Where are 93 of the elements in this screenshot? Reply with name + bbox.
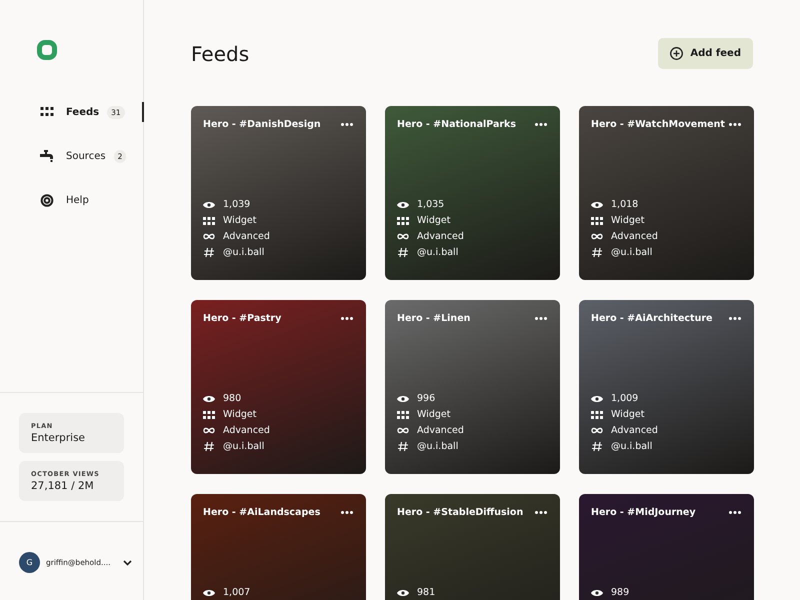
feed-handle: @u.i.ball — [223, 441, 264, 452]
feed-card[interactable]: Hero - #AiLandscapes 1,007 — [191, 494, 366, 600]
feed-card[interactable]: Hero - #DanishDesign 1,039 Widget Advanced @u.i.ball — [191, 106, 366, 280]
eye-icon — [591, 394, 603, 402]
feed-handle: @u.i.ball — [417, 247, 458, 258]
feed-title: Hero - #DanishDesign — [203, 119, 321, 130]
lifebuoy-icon — [40, 194, 54, 206]
hashtag-icon — [397, 441, 409, 452]
feed-plan: Advanced — [611, 231, 658, 242]
infinity-icon — [591, 427, 603, 434]
feed-card[interactable]: Hero - #Pastry 980 Widget Advanced @u.i.ball — [191, 300, 366, 474]
feed-plan: Advanced — [611, 425, 658, 436]
feed-title: Hero - #NationalParks — [397, 119, 516, 130]
hashtag-icon — [203, 441, 215, 452]
feed-title: Hero - #StableDiffusion — [397, 507, 524, 518]
feed-title: Hero - #MidJourney — [591, 507, 696, 518]
avatar[interactable]: G — [19, 552, 40, 573]
more-icon[interactable] — [729, 511, 741, 514]
hashtag-icon — [203, 247, 215, 258]
feed-handle: @u.i.ball — [417, 441, 458, 452]
grid-icon — [397, 410, 409, 418]
feed-title: Hero - #WatchMovement — [591, 119, 725, 130]
infinity-icon — [397, 233, 409, 240]
feed-plan: Advanced — [223, 425, 270, 436]
more-icon[interactable] — [341, 511, 353, 514]
hashtag-icon — [591, 441, 603, 452]
feed-title: Hero - #AiArchitecture — [591, 313, 712, 324]
logo-icon — [37, 40, 57, 60]
views-count: 1,035 — [417, 199, 444, 210]
feed-title: Hero - #Pastry — [203, 313, 282, 324]
hashtag-icon — [397, 247, 409, 258]
eye-icon — [397, 588, 409, 596]
more-icon[interactable] — [341, 123, 353, 126]
more-icon[interactable] — [535, 511, 547, 514]
eye-icon — [591, 200, 603, 208]
more-icon[interactable] — [535, 317, 547, 320]
feed-handle: @u.i.ball — [223, 247, 264, 258]
views-count: 1,007 — [223, 587, 250, 598]
views-count: 989 — [611, 587, 630, 598]
page-title: Feeds — [191, 42, 250, 66]
more-icon[interactable] — [535, 123, 547, 126]
feed-card[interactable]: Hero - #NationalParks 1,035 Widget Advanced @u.i.ball — [385, 106, 560, 280]
feed-type: Widget — [417, 215, 450, 226]
hashtag-icon — [591, 247, 603, 258]
eye-icon — [203, 588, 215, 596]
more-icon[interactable] — [729, 123, 741, 126]
views-count: 1,039 — [223, 199, 250, 210]
grid-icon — [40, 107, 54, 117]
views-count: 996 — [417, 393, 436, 404]
feed-type: Widget — [417, 409, 450, 420]
views-value: 27,181 / 2M — [31, 480, 95, 492]
infinity-icon — [397, 427, 409, 434]
infinity-icon — [203, 427, 215, 434]
feed-title: Hero - #AiLandscapes — [203, 507, 320, 518]
grid-icon — [203, 410, 215, 418]
nav-item[interactable]: Help — [0, 178, 143, 222]
eye-icon — [397, 394, 409, 402]
eye-icon — [591, 588, 603, 596]
feed-card[interactable]: Hero - #Linen 996 Widget Advanced @u.i.ball — [385, 300, 560, 474]
plan-value: Enterprise — [31, 432, 86, 444]
grid-icon — [591, 216, 603, 224]
views-count: 980 — [223, 393, 242, 404]
feed-type: Widget — [223, 409, 256, 420]
feed-plan: Advanced — [417, 231, 464, 242]
feed-plan: Advanced — [417, 425, 464, 436]
eye-icon — [397, 200, 409, 208]
feed-card[interactable]: Hero - #MidJourney 989 — [579, 494, 754, 600]
views-count: 981 — [417, 587, 436, 598]
feed-plan: Advanced — [223, 231, 270, 242]
feed-type: Widget — [223, 215, 256, 226]
grid-icon — [203, 216, 215, 224]
feed-card[interactable]: Hero - #WatchMovement 1,018 Widget Advanced @u.i.ball — [579, 106, 754, 280]
feed-handle: @u.i.ball — [611, 247, 652, 258]
plus-circle-icon — [670, 47, 684, 60]
feed-title: Hero - #Linen — [397, 313, 470, 324]
views-count: 1,009 — [611, 393, 638, 404]
feed-type: Widget — [611, 409, 644, 420]
feed-card[interactable]: Hero - #AiArchitecture 1,009 Widget Advanced @u.i.ball — [579, 300, 754, 474]
faucet-icon — [40, 150, 54, 162]
infinity-icon — [203, 233, 215, 240]
more-icon[interactable] — [341, 317, 353, 320]
chevron-down-icon[interactable] — [122, 560, 132, 566]
more-icon[interactable] — [729, 317, 741, 320]
grid-icon — [397, 216, 409, 224]
eye-icon — [203, 200, 215, 208]
feed-type: Widget — [611, 215, 644, 226]
feed-card[interactable]: Hero - #StableDiffusion 981 — [385, 494, 560, 600]
infinity-icon — [591, 233, 603, 240]
views-count: 1,018 — [611, 199, 638, 210]
grid-icon — [591, 410, 603, 418]
add-feed-button[interactable]: Add feed — [658, 38, 753, 69]
eye-icon — [203, 394, 215, 402]
feed-handle: @u.i.ball — [611, 441, 652, 452]
